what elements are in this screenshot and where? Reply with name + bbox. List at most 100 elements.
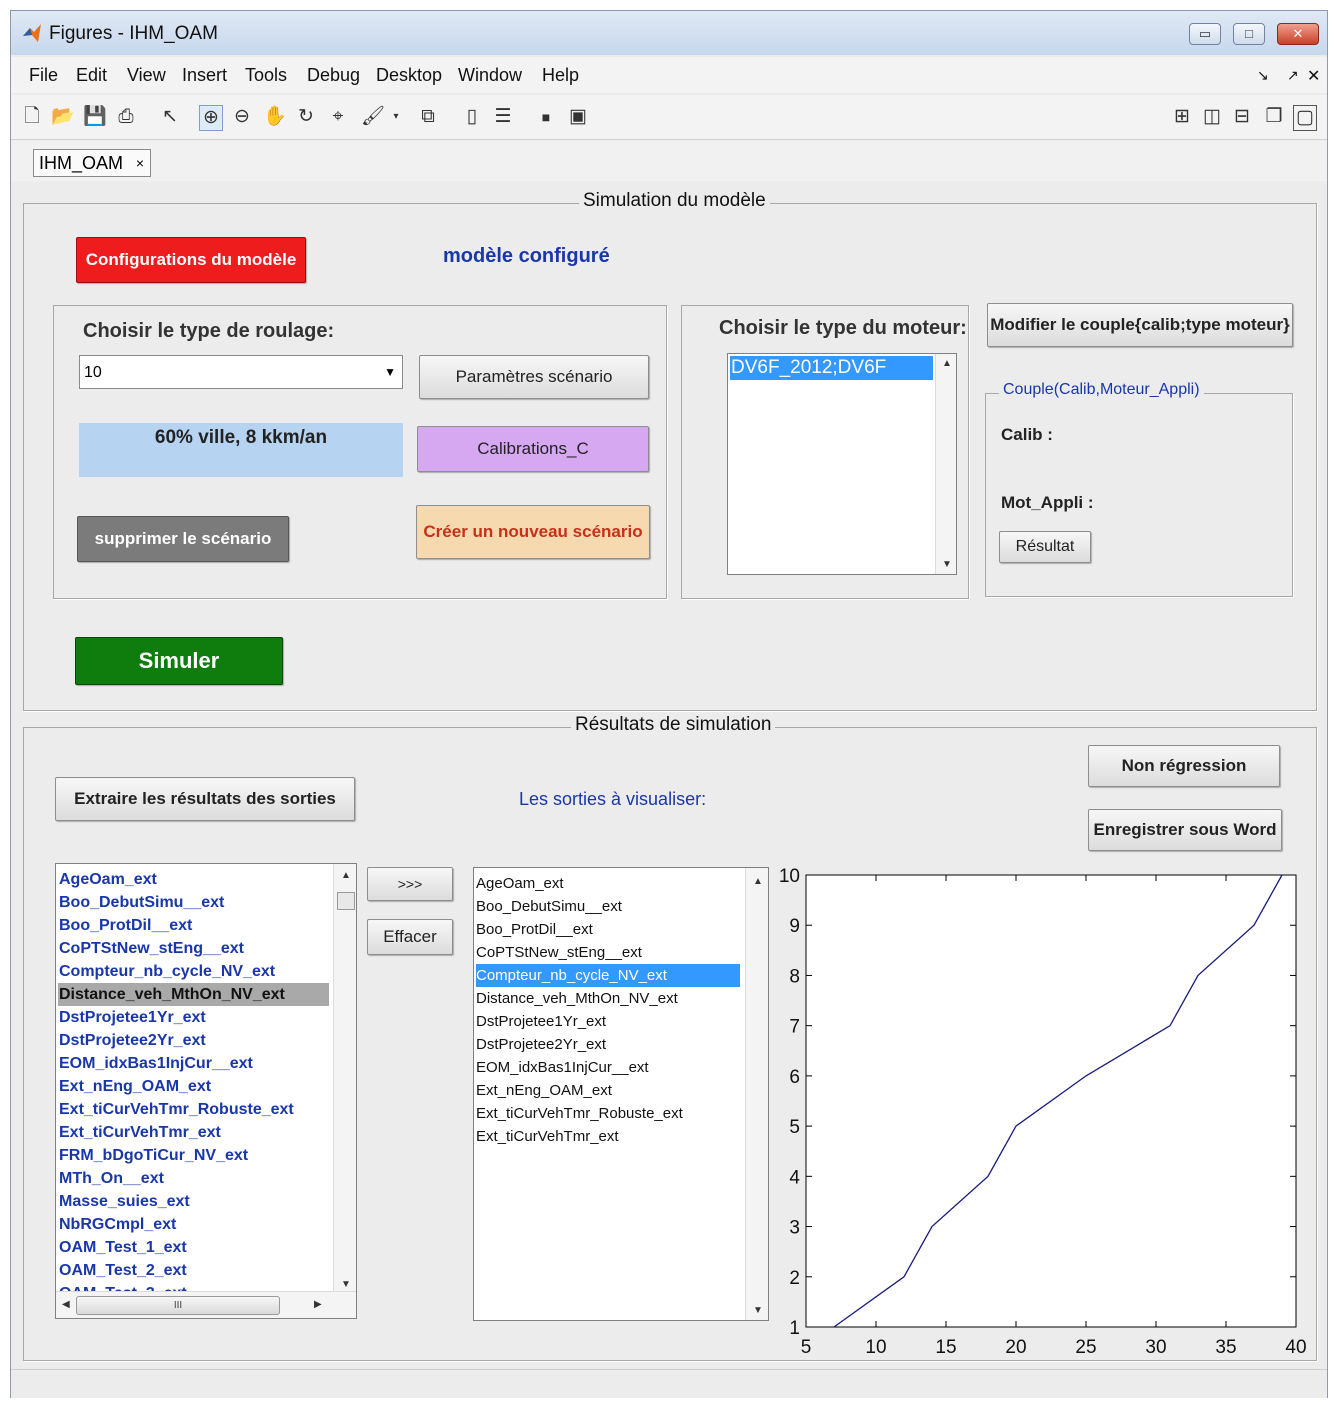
result-button[interactable]: Résultat (999, 531, 1091, 563)
menu-file[interactable]: File (29, 65, 58, 86)
menu-tools[interactable]: Tools (245, 65, 287, 86)
float-icon[interactable]: ❐ (1263, 105, 1285, 129)
calibrations-button[interactable]: Calibrations_C (417, 426, 649, 472)
delete-scenario-button[interactable]: supprimer le scénario (77, 516, 289, 562)
output-list-item[interactable]: CoPTStNew_stEng__ext (58, 937, 329, 960)
minimize-button[interactable]: ▭ (1189, 23, 1221, 45)
colorbar-icon[interactable]: ▯ (461, 105, 483, 129)
output-list-item[interactable]: FRM_bDgoTiCur_NV_ext (58, 1144, 329, 1167)
roulage-select[interactable]: 10 ▼ (79, 355, 403, 389)
all-outputs-hscroll[interactable]: ◀ III ▶ (56, 1291, 356, 1318)
maximize-button[interactable]: □ (1233, 23, 1265, 45)
selected-output-item[interactable]: CoPTStNew_stEng__ext (476, 941, 740, 964)
output-list-item[interactable]: AgeOam_ext (58, 868, 329, 891)
output-list-item[interactable]: Distance_veh_MthOn_NV_ext (58, 983, 329, 1006)
pan-hand-icon[interactable]: ✋ (263, 105, 287, 129)
tile-icon[interactable]: ⊞ (1171, 105, 1193, 129)
selected-output-item[interactable]: Boo_ProtDil__ext (476, 918, 740, 941)
rotate-icon[interactable]: ↻ (295, 105, 317, 129)
scenario-params-button[interactable]: Paramètres scénario (419, 355, 649, 399)
menu-insert[interactable]: Insert (182, 65, 227, 86)
menu-edit[interactable]: Edit (76, 65, 107, 86)
open-folder-icon[interactable]: 📂 (51, 105, 75, 129)
output-list-item[interactable]: EOM_idxBas1InjCur__ext (58, 1052, 329, 1075)
zoom-out-icon[interactable]: ⊖ (231, 105, 253, 129)
mot-appli-label: Mot_Appli : (1001, 493, 1094, 512)
modify-couple-button[interactable]: Modifier le couple{calib;type moteur} (987, 303, 1293, 347)
selected-output-item[interactable]: Boo_DebutSimu__ext (476, 895, 740, 918)
link-plot-icon[interactable]: ⧉ (417, 105, 439, 129)
output-list-item[interactable]: Ext_tiCurVehTmr_ext (58, 1121, 329, 1144)
config-model-button[interactable]: Configurations du modèle (76, 237, 306, 283)
add-output-button[interactable]: >>> (367, 867, 453, 901)
show-tools-icon[interactable]: ▣ (567, 105, 589, 129)
selected-output-item[interactable]: AgeOam_ext (476, 872, 740, 895)
menu-help[interactable]: Help (542, 65, 579, 86)
output-list-item[interactable]: Masse_suies_ext (58, 1190, 329, 1213)
simulate-button[interactable]: Simuler (75, 637, 283, 685)
maximize-icon[interactable]: ▢ (1293, 105, 1317, 131)
close-button[interactable]: ✕ (1277, 23, 1319, 45)
save-icon[interactable]: 💾 (83, 105, 107, 129)
legend-icon[interactable]: ☰ (492, 105, 514, 129)
all-outputs-listbox[interactable]: AgeOam_ext Boo_DebutSimu__ext Boo_ProtDil_… (55, 863, 357, 1319)
moteur-listbox[interactable]: DV6F_2012;DV6F ▲ ▼ (727, 353, 957, 575)
selected-outputs-listbox[interactable]: AgeOam_ext Boo_DebutSimu__ext Boo_ProtDil_… (473, 867, 769, 1321)
scroll-left-icon[interactable]: ◀ (62, 1299, 70, 1310)
extract-results-button[interactable]: Extraire les résultats des sorties (55, 777, 355, 821)
non-regression-button[interactable]: Non régression (1088, 745, 1280, 787)
output-list-item[interactable]: Boo_ProtDil__ext (58, 914, 329, 937)
new-scenario-button[interactable]: Créer un nouveau scénario (416, 505, 650, 559)
selected-output-item[interactable]: Compteur_nb_cycle_NV_ext (476, 964, 740, 987)
data-cursor-icon[interactable]: ⌖ (327, 105, 349, 129)
moteur-scrollbar[interactable]: ▲ ▼ (935, 354, 956, 574)
all-outputs-vscroll[interactable]: ▲ ▼ (333, 864, 356, 1292)
selected-output-item[interactable]: DstProjetee2Yr_ext (476, 1033, 740, 1056)
selected-output-item[interactable]: Distance_veh_MthOn_NV_ext (476, 987, 740, 1010)
tab-ihm-oam[interactable]: IHM_OAM × (33, 149, 151, 177)
selected-output-item[interactable]: Ext_nEng_OAM_ext (476, 1079, 740, 1102)
scroll-thumb[interactable] (337, 892, 355, 910)
clear-button[interactable]: Effacer (367, 919, 453, 955)
selected-output-item[interactable]: DstProjetee1Yr_ext (476, 1010, 740, 1033)
menu-debug[interactable]: Debug (307, 65, 360, 86)
menu-window[interactable]: Window (458, 65, 522, 86)
output-list-item[interactable]: Ext_nEng_OAM_ext (58, 1075, 329, 1098)
split-horizontal-icon[interactable]: ⊟ (1231, 105, 1253, 129)
print-icon[interactable]: ⎙ (115, 105, 137, 129)
output-list-item[interactable]: OAM_Test_1_ext (58, 1236, 329, 1259)
brush-icon[interactable]: 🖌 (361, 105, 385, 129)
selected-output-item[interactable]: EOM_idxBas1InjCur__ext (476, 1056, 740, 1079)
pointer-icon[interactable]: ↖ (159, 105, 181, 129)
selected-output-item[interactable]: Ext_tiCurVehTmr_Robuste_ext (476, 1102, 740, 1125)
save-word-button[interactable]: Enregistrer sous Word (1088, 809, 1282, 851)
output-list-item[interactable]: Boo_DebutSimu__ext (58, 891, 329, 914)
hide-tools-icon[interactable]: ■ (535, 105, 557, 129)
dock-icon[interactable]: ↘ (1257, 67, 1269, 84)
moteur-item[interactable]: DV6F_2012;DV6F (730, 356, 933, 380)
chevron-down-icon[interactable]: ▼ (384, 365, 396, 379)
output-list-item[interactable]: DstProjetee2Yr_ext (58, 1029, 329, 1052)
menu-desktop[interactable]: Desktop (376, 65, 442, 86)
output-list-item[interactable]: Ext_tiCurVehTmr_Robuste_ext (58, 1098, 329, 1121)
zoom-in-icon[interactable]: ⊕ (199, 105, 223, 131)
output-list-item[interactable]: Compteur_nb_cycle_NV_ext (58, 960, 329, 983)
split-vertical-icon[interactable]: ◫ (1201, 105, 1223, 129)
output-list-item[interactable]: NbRGCmpl_ext (58, 1213, 329, 1236)
selected-output-item[interactable]: Ext_tiCurVehTmr_ext (476, 1125, 740, 1148)
scroll-down-icon[interactable]: ▼ (942, 559, 952, 570)
output-list-item[interactable]: DstProjetee1Yr_ext (58, 1006, 329, 1029)
tab-close-icon[interactable]: × (136, 150, 144, 176)
menu-view[interactable]: View (127, 65, 166, 86)
scroll-up-icon[interactable]: ▲ (341, 870, 351, 881)
new-file-icon[interactable]: 🗋 (21, 105, 43, 129)
undock-icon[interactable]: ↗ (1287, 67, 1299, 84)
scroll-down-icon[interactable]: ▼ (341, 1279, 351, 1290)
output-list-item[interactable]: OAM_Test_2_ext (58, 1259, 329, 1282)
output-list-item[interactable]: MTh_On__ext (58, 1167, 329, 1190)
brush-dropdown-icon[interactable]: ▾ (385, 105, 407, 129)
scroll-up-icon[interactable]: ▲ (942, 358, 952, 369)
scroll-right-icon[interactable]: ▶ (314, 1299, 322, 1310)
hscroll-thumb[interactable]: III (76, 1296, 280, 1315)
close-doc-icon[interactable]: ✕ (1307, 66, 1320, 86)
